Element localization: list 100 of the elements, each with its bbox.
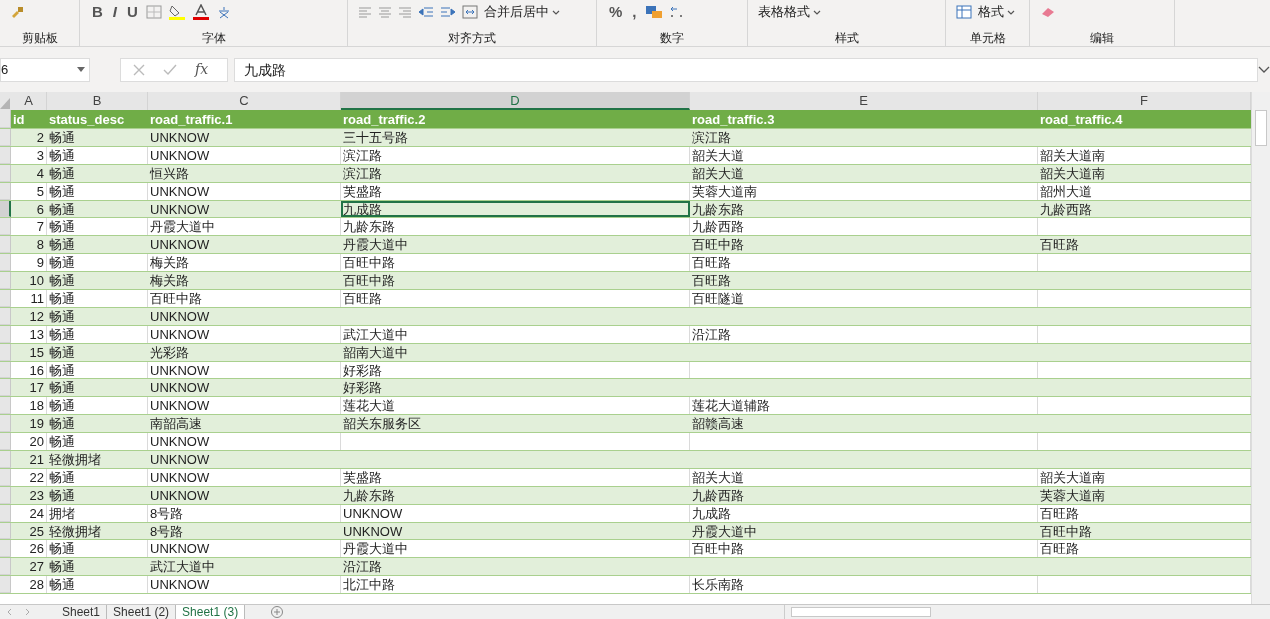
table-cell: 北江中路 (341, 576, 690, 594)
table-cell-text: UNKNOW (149, 129, 211, 146)
table-cell-text: 滨江路 (342, 164, 383, 182)
table-cell: 22 (11, 468, 47, 486)
table-cell: 畅通 (47, 433, 148, 451)
caret-icon[interactable] (1007, 9, 1015, 15)
sheet-tab[interactable]: Sheet1 (56, 605, 108, 619)
table-cell: 九成路 (690, 504, 1038, 522)
format-button[interactable]: I (110, 4, 119, 20)
sheet-tab[interactable]: Sheet1 (3) (176, 605, 246, 619)
table-cell-text: 丹霞大道中 (691, 522, 758, 540)
selected-cell[interactable]: 九成路 (341, 200, 690, 218)
table-cell: UNKNOW (148, 182, 341, 200)
table-cell: 9 (11, 254, 47, 272)
format-button[interactable]: B (90, 4, 105, 20)
fill-color-icon[interactable] (167, 4, 186, 20)
table-cell-text: 九龄西路 (691, 486, 745, 504)
table-cell-text: 畅通 (48, 129, 76, 146)
group-label: 单元格 (968, 30, 1007, 46)
table-cell: 拥堵 (47, 504, 148, 522)
next-sheet-icon[interactable] (24, 608, 30, 616)
align-center-icon[interactable] (378, 6, 392, 18)
format-button[interactable]: U (125, 4, 140, 20)
table-cell: 武江大道中 (341, 325, 690, 343)
table-cell: 畅通 (47, 146, 148, 164)
table-cell: 24 (11, 504, 47, 522)
table-cell-text: 百旺中路 (342, 272, 396, 289)
table-cell-text: 畅通 (48, 486, 76, 504)
table-cell: 百旺中路 (341, 254, 690, 272)
table-cell-text: 光彩路 (149, 343, 190, 361)
add-sheet-icon[interactable] (271, 606, 284, 618)
conditional-format-icon[interactable] (644, 5, 663, 19)
format-button[interactable]: , (630, 4, 639, 20)
table-cell: 百旺中路 (148, 290, 341, 307)
insert-function-button[interactable]: fx (195, 59, 209, 80)
table-cell-text: 韶关东服务区 (342, 415, 422, 433)
merge-cells-icon[interactable] (462, 5, 478, 19)
column-title: status_desc (48, 111, 126, 128)
table-cell-text: 韶赣高速 (691, 415, 745, 433)
table-cell-text: 畅通 (48, 200, 76, 218)
caret-icon[interactable] (813, 9, 821, 15)
dropdown-button[interactable]: 格式 (978, 4, 1004, 20)
table-cell-text: 百旺路 (1039, 236, 1080, 254)
table-cell: 丹霞大道中 (148, 218, 341, 236)
align-right-icon[interactable] (398, 6, 412, 18)
table-cell-text: 12 (28, 307, 45, 325)
cancel-icon[interactable] (133, 63, 145, 76)
table-cell: 畅通 (47, 325, 148, 343)
table-cell-text: 8 (35, 236, 45, 254)
table-cell-text: 畅通 (48, 307, 76, 325)
table-cell-text: 恒兴路 (149, 164, 190, 182)
table-cell: 莲花大道 (341, 397, 690, 415)
format-button[interactable]: % (607, 4, 625, 20)
column-header[interactable]: D (341, 92, 690, 110)
increase-indent-icon[interactable] (440, 6, 456, 18)
table-cell: 畅通 (47, 397, 148, 415)
font-color-icon[interactable] (191, 4, 210, 20)
caret-icon[interactable] (77, 67, 85, 72)
table-cell-text: 芙蓉大道南 (1039, 486, 1106, 504)
formula-input[interactable]: 九成路 (234, 57, 1258, 82)
column-title: road_traffic.2 (342, 111, 427, 128)
table-cell-text: 三十五号路 (342, 129, 409, 146)
table-cell: 丹霞大道中 (341, 540, 690, 558)
dropdown-button[interactable]: 合并后居中 (484, 4, 549, 20)
table-cell-text: 21 (28, 451, 45, 468)
previous-sheet-icon[interactable] (6, 608, 12, 616)
check-icon[interactable] (163, 63, 177, 76)
table-cell: 韶关大道 (690, 146, 1038, 164)
table-cell-text: 15 (28, 343, 45, 361)
decrease-indent-icon[interactable] (418, 6, 434, 18)
table-cell-text: UNKNOW (149, 451, 211, 468)
table-cell-text: 韶关大道 (691, 164, 745, 182)
row-header[interactable] (0, 200, 11, 218)
table-cell: 畅通 (47, 218, 148, 236)
column-title: road_traffic.1 (149, 111, 234, 128)
table-cell: 九龄东路 (341, 218, 690, 236)
align-left-icon[interactable] (358, 6, 372, 18)
vertical-scrollbar[interactable] (1251, 92, 1270, 604)
borders-icon[interactable] (145, 5, 162, 19)
group-label: 字体 (200, 30, 227, 46)
dropdown-button[interactable]: 表格格式 (758, 4, 810, 20)
table-cell: 莲花大道辅路 (690, 397, 1038, 415)
table-cell-text: UNKNOW (149, 200, 211, 218)
table-cell-text: 梅关路 (149, 272, 190, 289)
table-cell: UNKNOW (148, 468, 341, 486)
eraser-icon[interactable] (1040, 6, 1056, 18)
name-box[interactable]: 6 (0, 57, 90, 82)
caret-icon[interactable] (552, 9, 560, 15)
column-title: id (12, 111, 26, 128)
paintbrush-icon[interactable] (10, 6, 24, 18)
table-cell: 好彩路 (341, 361, 690, 379)
table-cell-text: 百旺中路 (691, 236, 745, 254)
table-cell-text: 轻微拥堵 (48, 522, 102, 540)
table-cell: UNKNOW (148, 397, 341, 415)
table-cell-text: 轻微拥堵 (48, 451, 102, 468)
table-cell: 畅通 (47, 290, 148, 307)
caret-icon[interactable] (1258, 65, 1270, 74)
format-cells-icon[interactable] (956, 5, 972, 19)
table-cell-text: 27 (28, 558, 45, 576)
table-cell: 7 (11, 218, 47, 236)
